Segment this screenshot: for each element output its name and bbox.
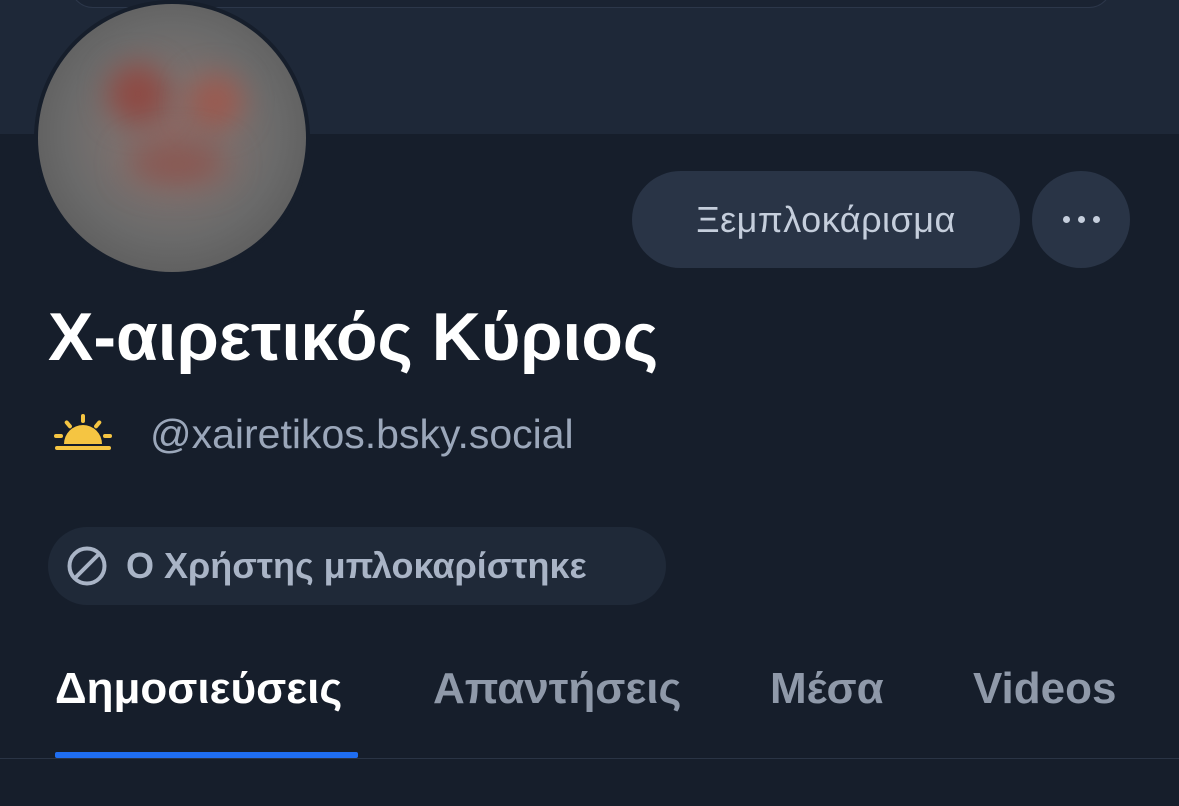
banner-search-bar[interactable] — [70, 0, 1112, 8]
profile-page: Ξεμπλοκάρισμα Χ-αιρετικός Κύριος @xairet… — [0, 0, 1179, 806]
unblock-button[interactable]: Ξεμπλοκάρισμα — [632, 171, 1020, 268]
handle-row: @xairetikos.bsky.social — [52, 404, 574, 464]
more-options-button[interactable] — [1032, 171, 1130, 268]
avatar[interactable] — [34, 0, 310, 276]
tab-posts[interactable]: Δημοσιεύσεις — [55, 664, 342, 714]
unblock-button-label: Ξεμπλοκάρισμα — [696, 198, 956, 240]
tabs-divider — [0, 758, 1179, 759]
tab-videos[interactable]: Videos — [973, 664, 1116, 714]
display-name: Χ-αιρετικός Κύριος — [48, 299, 659, 375]
more-horizontal-icon — [1059, 216, 1104, 223]
tab-replies[interactable]: Απαντήσεις — [433, 664, 681, 714]
blocked-status-badge: Ο Χρήστης μπλοκαρίστηκε — [48, 527, 666, 605]
avatar-image-blurred — [38, 4, 306, 272]
blocked-circle-icon — [66, 545, 108, 587]
blocked-status-label: Ο Χρήστης μπλοκαρίστηκε — [126, 545, 587, 586]
tab-media[interactable]: Μέσα — [770, 664, 884, 714]
profile-tabs: Δημοσιεύσεις Απαντήσεις Μέσα Videos — [0, 640, 1179, 758]
user-handle[interactable]: @xairetikos.bsky.social — [150, 411, 574, 458]
sunrise-icon — [52, 412, 114, 457]
